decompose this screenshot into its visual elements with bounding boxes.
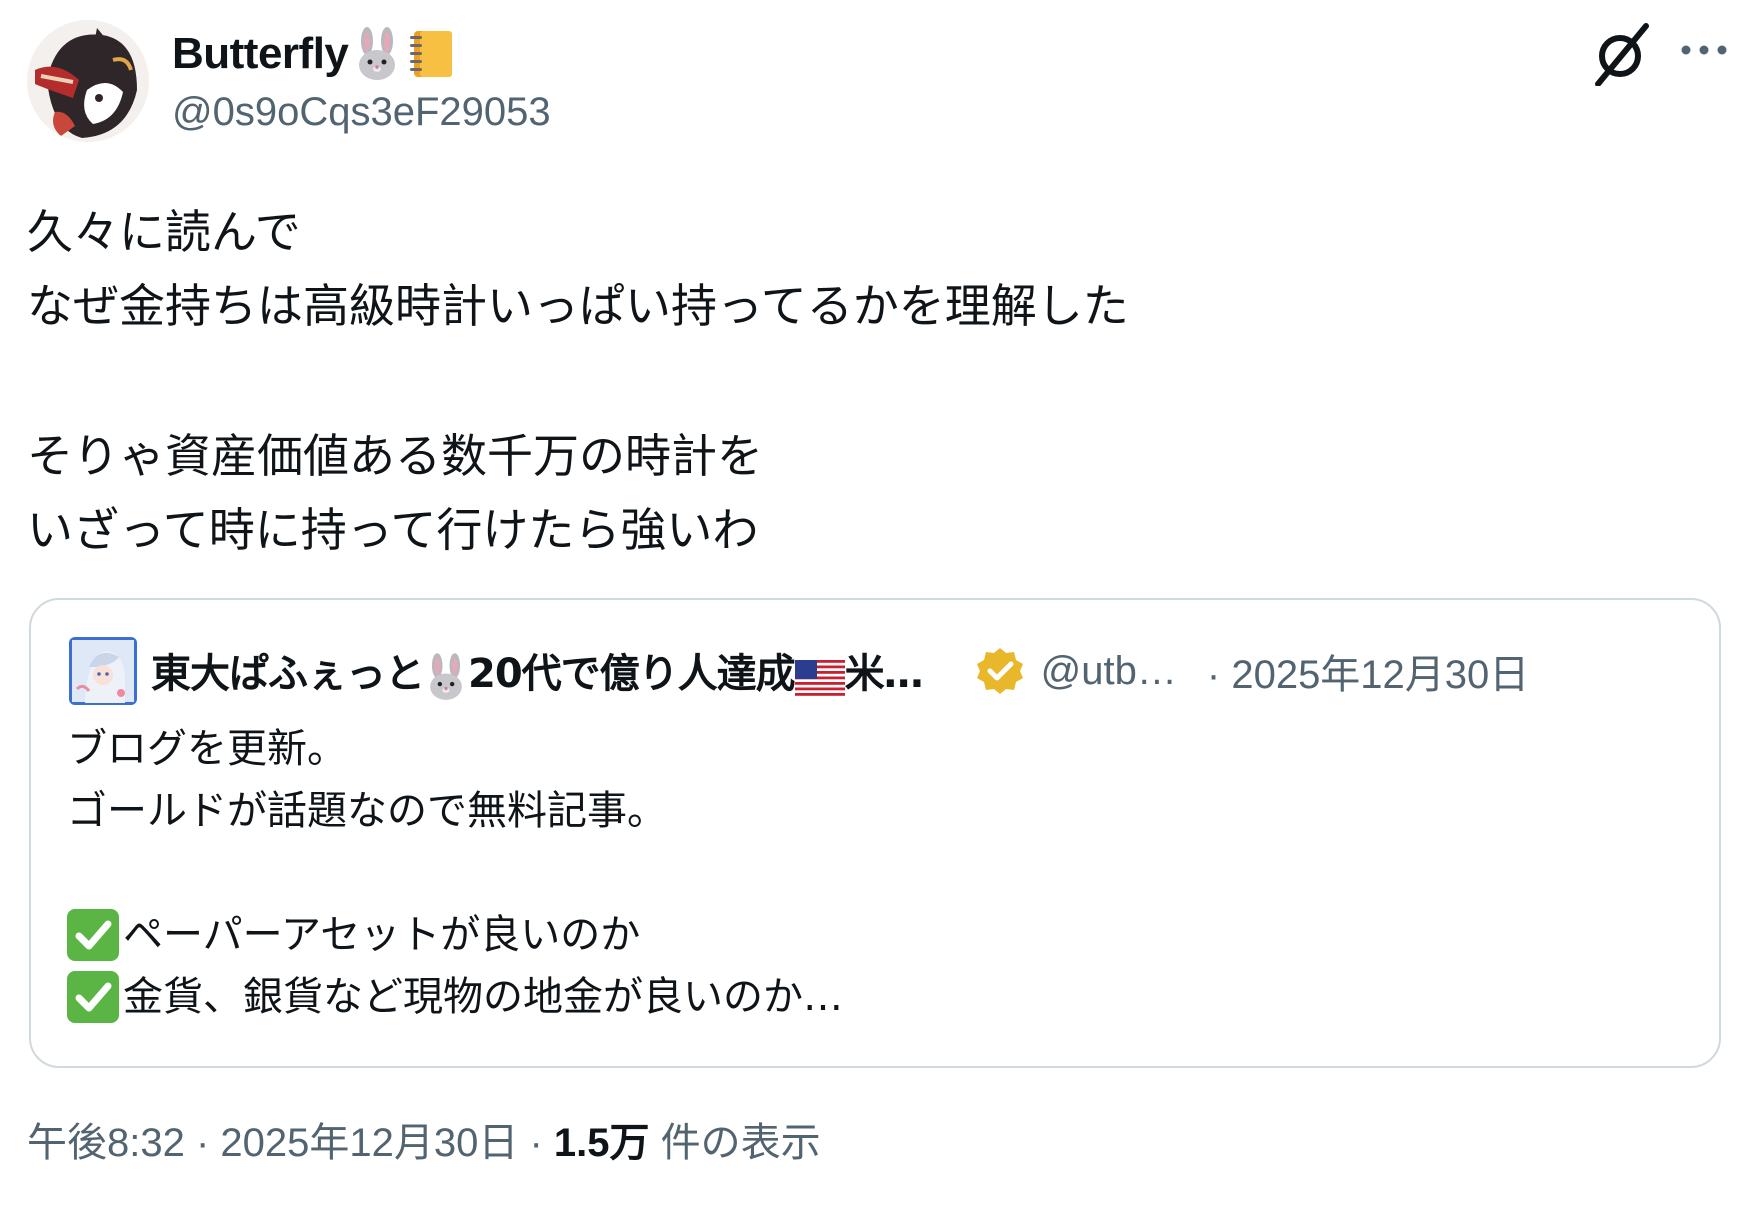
quoted-tweet-text: ブログを更新。 ゴールドが話題なので無料記事。 ペーパーアセットが良いのか 金貨…	[67, 718, 1687, 1028]
quoted-line: ブログを更新。	[67, 718, 1687, 780]
tweet: Butterfly @0s9oCqs3eF29053 久々に読んで なぜ金持ちは…	[0, 0, 1757, 1211]
rabbit-face-emoji	[352, 27, 402, 81]
author-handle[interactable]: @0s9oCqs3eF29053	[172, 90, 551, 135]
verified-badge-icon[interactable]	[975, 646, 1025, 696]
tweet-time[interactable]: 午後8:32	[27, 1121, 185, 1165]
more-icon[interactable]	[1678, 30, 1730, 70]
quoted-author-handle[interactable]: @utb…	[1041, 649, 1177, 694]
tweet-line: 久々に読んで	[27, 205, 301, 259]
tweet-line: いざって時に持って行けたら強いわ	[27, 503, 759, 557]
quoted-tweet-header: 東大ぱふぇっと 20代で億り人達成 米… @utb… · 2025年12月30日	[69, 635, 1689, 707]
tweet-date[interactable]: 2025年12月30日	[220, 1121, 518, 1165]
quoted-line-text: 金貨、銀貨など現物の地金が良いのか…	[123, 974, 843, 1020]
quoted-tweet-card[interactable]: 東大ぱふぇっと 20代で億り人達成 米… @utb… · 2025年12月30日…	[29, 598, 1721, 1068]
quoted-line: 金貨、銀貨など現物の地金が良いのか…	[67, 966, 1687, 1028]
quoted-tweet-date[interactable]: · 2025年12月30日	[1207, 642, 1529, 700]
check-mark-icon	[67, 909, 119, 961]
check-mark-icon	[67, 971, 119, 1023]
quoted-name-part: 米…	[844, 651, 924, 698]
quoted-name-part: 20代で億り人達成	[468, 651, 796, 698]
author-display-name[interactable]: Butterfly	[172, 29, 349, 79]
grok-icon[interactable]	[1590, 22, 1654, 87]
display-name-row: Butterfly	[172, 22, 551, 86]
author-avatar[interactable]	[27, 20, 149, 142]
quoted-line: ペーパーアセットが良いのか	[67, 904, 1687, 966]
author-info[interactable]: Butterfly @0s9oCqs3eF29053	[172, 22, 551, 135]
notebook-emoji	[406, 27, 456, 81]
tweet-text: 久々に読んで なぜ金持ちは高級時計いっぱい持ってるかを理解した そりゃ資産価値あ…	[27, 195, 1727, 567]
meta-separator: ·	[518, 1121, 554, 1165]
quoted-line-blank	[67, 842, 1687, 904]
tweet-meta: 午後8:32 · 2025年12月30日 · 1.5万 件の表示	[27, 1110, 821, 1168]
rabbit-face-emoji	[424, 652, 468, 701]
meta-separator: ·	[184, 1121, 221, 1165]
quoted-name-part: 東大ぱふぇっと	[151, 651, 425, 698]
tweet-line: そりゃ資産価値ある数千万の時計を	[27, 429, 763, 483]
quoted-author-avatar[interactable]	[69, 637, 137, 705]
views-count[interactable]: 1.5万	[554, 1121, 650, 1165]
quoted-line: ゴールドが話題なので無料記事。	[67, 780, 1687, 842]
quoted-author-name[interactable]: 東大ぱふぇっと 20代で億り人達成 米…	[151, 641, 924, 701]
quoted-line-text: ブログを更新。	[67, 726, 347, 772]
us-flag-emoji	[794, 653, 845, 699]
tweet-line: なぜ金持ちは高級時計いっぱい持ってるかを理解した	[27, 279, 1129, 333]
quoted-line-text: ゴールドが話題なので無料記事。	[67, 788, 667, 834]
views-label: 件の表示	[649, 1121, 821, 1165]
avatar-image	[27, 20, 149, 142]
quoted-line-text: ペーパーアセットが良いのか	[123, 912, 641, 958]
